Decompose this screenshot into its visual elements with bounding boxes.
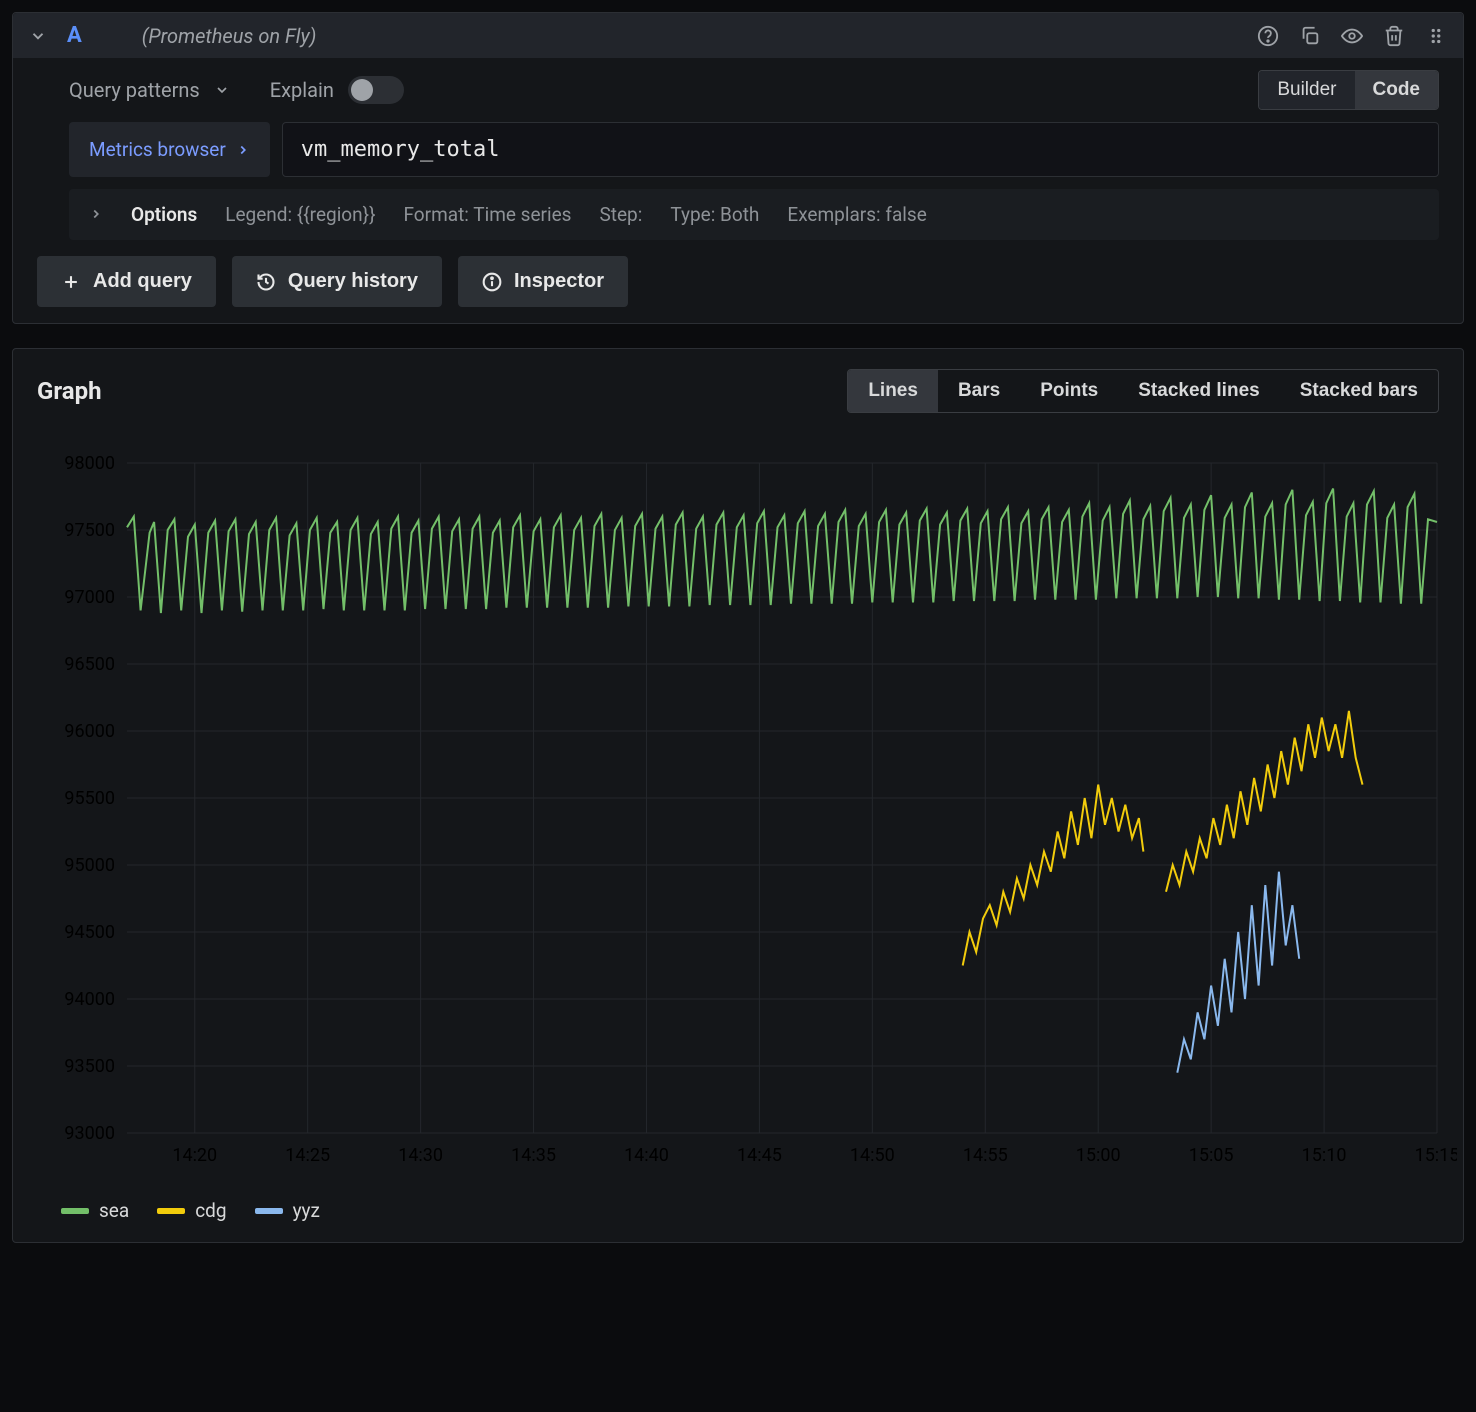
svg-text:14:35: 14:35 xyxy=(511,1145,556,1166)
svg-text:15:15: 15:15 xyxy=(1415,1145,1457,1166)
trash-icon[interactable] xyxy=(1383,25,1405,47)
datasource-name: (Prometheus on Fly) xyxy=(142,24,1257,48)
viz-points-button[interactable]: Points xyxy=(1020,370,1118,412)
option-exemplars: Exemplars: false xyxy=(787,203,926,226)
svg-text:15:10: 15:10 xyxy=(1302,1145,1347,1166)
plus-icon xyxy=(61,272,81,292)
legend-label: cdg xyxy=(195,1199,226,1222)
legend-swatch xyxy=(61,1208,89,1214)
chart-canvas[interactable]: 93000 93500 94000 94500 95000 95500 96000 96500… xyxy=(37,433,1457,1193)
query-patterns-dropdown[interactable]: Query patterns xyxy=(69,78,230,102)
copy-icon[interactable] xyxy=(1299,25,1321,47)
chevron-right-icon xyxy=(89,203,103,226)
info-icon xyxy=(482,272,502,292)
svg-text:14:50: 14:50 xyxy=(850,1145,895,1166)
svg-text:15:00: 15:00 xyxy=(1076,1145,1121,1166)
help-icon[interactable] xyxy=(1257,25,1279,47)
metrics-browser-button[interactable]: Metrics browser xyxy=(69,122,270,177)
svg-text:95500: 95500 xyxy=(64,788,115,809)
eye-icon[interactable] xyxy=(1341,25,1363,47)
svg-text:14:55: 14:55 xyxy=(963,1145,1008,1166)
query-header: A (Prometheus on Fly) xyxy=(13,13,1463,58)
query-action-buttons: Add query Query history Inspector xyxy=(13,256,1463,323)
svg-text:94500: 94500 xyxy=(64,922,115,943)
query-expression-input[interactable] xyxy=(282,122,1439,177)
drag-handle-icon[interactable] xyxy=(1425,25,1447,47)
option-type: Type: Both xyxy=(670,203,759,226)
inspector-button[interactable]: Inspector xyxy=(458,256,628,307)
legend-swatch xyxy=(157,1208,185,1214)
explain-toggle[interactable] xyxy=(348,76,404,104)
svg-text:98000: 98000 xyxy=(64,453,115,474)
query-input-row: Metrics browser xyxy=(13,122,1463,189)
svg-text:95000: 95000 xyxy=(64,855,115,876)
query-controls-row: Query patterns Explain Builder Code xyxy=(13,58,1463,122)
svg-text:96500: 96500 xyxy=(64,654,115,675)
option-format: Format: Time series xyxy=(404,203,572,226)
svg-text:14:25: 14:25 xyxy=(285,1145,330,1166)
svg-text:93000: 93000 xyxy=(64,1123,115,1144)
explain-toggle-row: Explain xyxy=(270,76,404,104)
code-mode-button[interactable]: Code xyxy=(1355,71,1439,109)
add-query-button[interactable]: Add query xyxy=(37,256,216,307)
explain-label: Explain xyxy=(270,78,334,102)
viz-stacked-lines-button[interactable]: Stacked lines xyxy=(1118,370,1279,412)
query-ref-label: A xyxy=(67,23,82,48)
svg-text:96000: 96000 xyxy=(64,721,115,742)
svg-text:97000: 97000 xyxy=(64,587,115,608)
options-label: Options xyxy=(131,203,197,226)
legend-item-sea[interactable]: sea xyxy=(61,1199,129,1222)
option-legend: Legend: {{region}} xyxy=(225,203,375,226)
query-history-button[interactable]: Query history xyxy=(232,256,442,307)
svg-text:14:20: 14:20 xyxy=(172,1145,217,1166)
graph-title: Graph xyxy=(37,377,102,405)
query-panel: A (Prometheus on Fly) Query patterns Exp… xyxy=(12,12,1464,324)
svg-text:15:05: 15:05 xyxy=(1189,1145,1234,1166)
svg-text:94000: 94000 xyxy=(64,989,115,1010)
graph-header: Graph Lines Bars Points Stacked lines St… xyxy=(37,369,1439,413)
chevron-down-icon[interactable] xyxy=(29,27,47,45)
option-step: Step: xyxy=(599,203,642,226)
legend-swatch xyxy=(255,1208,283,1214)
svg-text:97500: 97500 xyxy=(64,520,115,541)
query-options-row[interactable]: Options Legend: {{region}} Format: Time … xyxy=(69,189,1439,240)
viz-lines-button[interactable]: Lines xyxy=(848,370,938,412)
svg-text:93500: 93500 xyxy=(64,1056,115,1077)
viz-stacked-bars-button[interactable]: Stacked bars xyxy=(1280,370,1438,412)
builder-mode-button[interactable]: Builder xyxy=(1259,71,1354,109)
viz-type-switch: Lines Bars Points Stacked lines Stacked … xyxy=(847,369,1439,413)
legend-item-yyz[interactable]: yyz xyxy=(255,1199,320,1222)
svg-text:14:45: 14:45 xyxy=(737,1145,782,1166)
editor-mode-switch: Builder Code xyxy=(1258,70,1439,110)
history-icon xyxy=(256,272,276,292)
graph-panel: Graph Lines Bars Points Stacked lines St… xyxy=(12,348,1464,1243)
viz-bars-button[interactable]: Bars xyxy=(938,370,1020,412)
legend-label: sea xyxy=(99,1199,129,1222)
svg-text:14:30: 14:30 xyxy=(398,1145,443,1166)
legend-item-cdg[interactable]: cdg xyxy=(157,1199,226,1222)
legend-label: yyz xyxy=(293,1199,320,1222)
chart-legend: sea cdg yyz xyxy=(37,1199,1439,1222)
query-header-actions xyxy=(1257,25,1447,47)
svg-text:14:40: 14:40 xyxy=(624,1145,669,1166)
